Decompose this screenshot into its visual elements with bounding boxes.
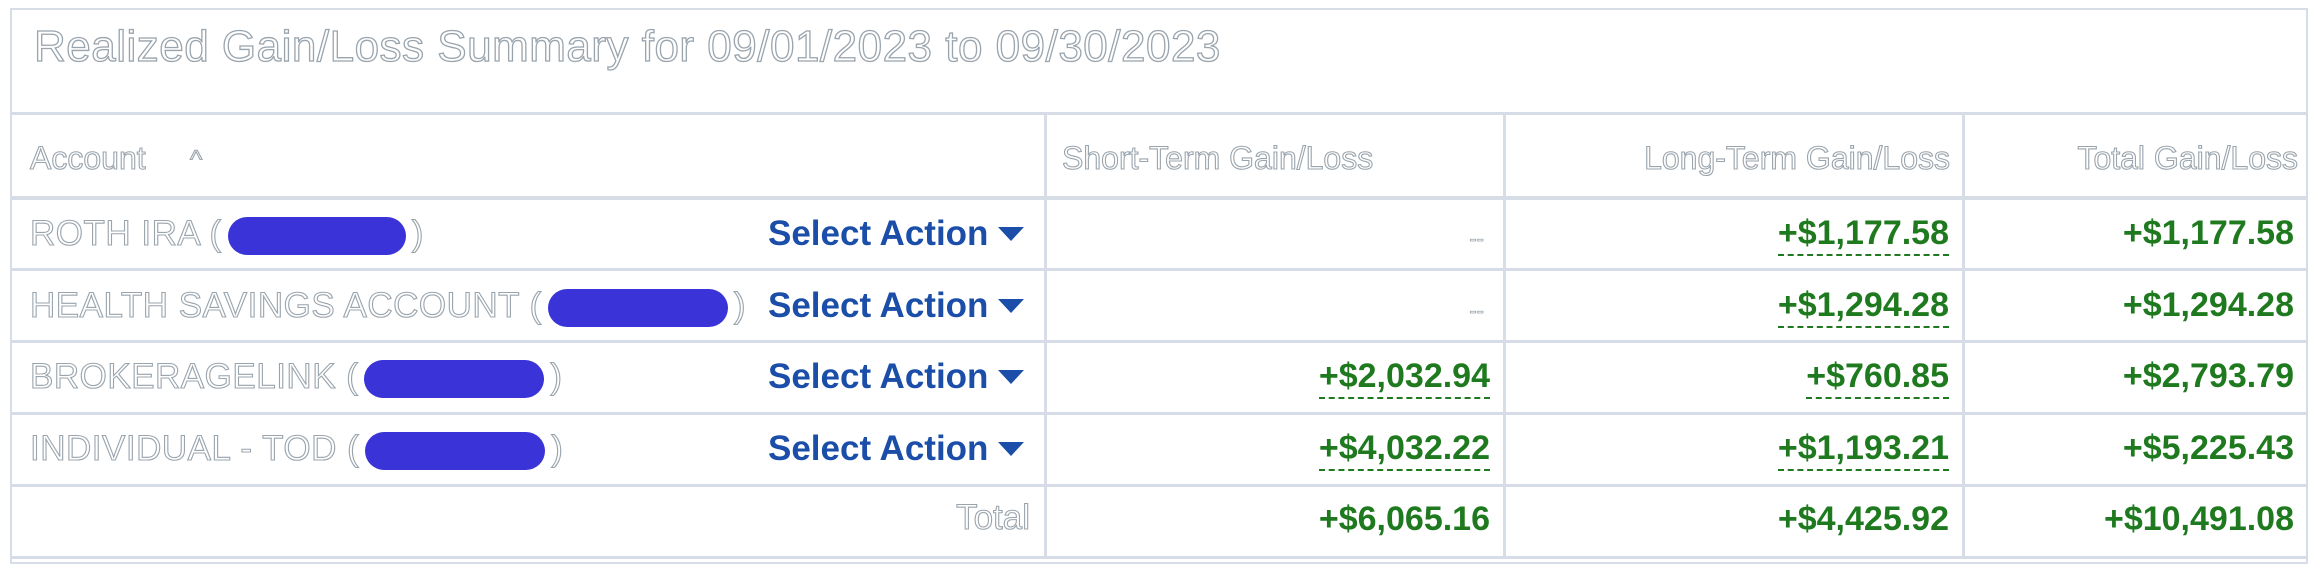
empty-value: -- xyxy=(1469,298,1484,324)
total-value: +$1,294.28 xyxy=(2122,286,2294,324)
total-short-term-value: +$6,065.16 xyxy=(1318,500,1490,538)
redacted-account-number xyxy=(227,216,406,255)
total-label: Total xyxy=(956,497,1031,537)
chevron-up-icon[interactable]: ^ xyxy=(189,143,202,175)
account-header-label: Account xyxy=(29,139,146,176)
grand-total-value: +$10,491.08 xyxy=(2103,500,2294,538)
redacted-account-number xyxy=(547,288,728,327)
long-term-link[interactable]: +$1,294.28 xyxy=(1777,286,1949,328)
caret-down-icon xyxy=(998,441,1025,456)
account-name-suffix: ) xyxy=(411,213,424,253)
long-term-link[interactable]: +$1,177.58 xyxy=(1777,214,1949,256)
long-term-link[interactable]: +$760.85 xyxy=(1806,357,1949,399)
total-value: +$2,793.79 xyxy=(2122,357,2294,395)
account-name: HEALTH SAVINGS ACCOUNT () xyxy=(29,285,746,327)
account-name: ROTH IRA () xyxy=(29,213,424,255)
select-action-dropdown[interactable]: Select Action xyxy=(768,214,1025,254)
total-value: +$1,177.58 xyxy=(2122,214,2294,252)
long-term-link[interactable]: +$1,193.21 xyxy=(1777,429,1949,471)
total-value: +$5,225.43 xyxy=(2122,429,2294,467)
redacted-account-number xyxy=(364,359,545,398)
empty-value: -- xyxy=(1469,226,1484,252)
long-term-value[interactable]: +$1,177.58 xyxy=(1777,214,1949,256)
long-term-column-header: Long-Term Gain/Loss xyxy=(1644,139,1951,176)
redacted-account-number xyxy=(365,431,546,470)
long-term-value[interactable]: +$1,193.21 xyxy=(1777,429,1949,471)
short-term-link[interactable]: +$4,032.22 xyxy=(1318,429,1490,471)
select-action-label: Select Action xyxy=(768,357,989,396)
long-term-value[interactable]: +$760.85 xyxy=(1806,357,1949,399)
account-column-header[interactable]: Account xyxy=(29,139,146,177)
account-name-text: BROKERAGELINK ( xyxy=(29,356,359,396)
account-name: BROKERAGELINK () xyxy=(29,356,563,398)
caret-down-icon xyxy=(998,298,1025,313)
caret-down-icon xyxy=(998,226,1025,241)
short-term-column-header: Short-Term Gain/Loss xyxy=(1061,139,1374,176)
account-name-text: INDIVIDUAL - TOD ( xyxy=(29,428,360,468)
select-action-dropdown[interactable]: Select Action xyxy=(768,286,1025,326)
page-title: Realized Gain/Loss Summary for 09/01/202… xyxy=(33,21,1221,71)
select-action-label: Select Action xyxy=(768,214,989,253)
account-name-suffix: ) xyxy=(550,356,563,396)
account-name-suffix: ) xyxy=(733,285,746,325)
select-action-label: Select Action xyxy=(768,429,989,468)
account-name-text: ROTH IRA ( xyxy=(29,213,222,253)
select-action-dropdown[interactable]: Select Action xyxy=(768,357,1025,397)
long-term-value[interactable]: +$1,294.28 xyxy=(1777,286,1949,328)
total-long-term-value: +$4,425.92 xyxy=(1777,500,1949,538)
total-column-header: Total Gain/Loss xyxy=(2077,139,2299,176)
column-divider xyxy=(1503,114,1506,558)
caret-down-icon xyxy=(998,369,1025,384)
select-action-label: Select Action xyxy=(768,286,989,325)
column-divider xyxy=(1962,114,1965,558)
column-divider xyxy=(1044,114,1047,558)
account-name-text: HEALTH SAVINGS ACCOUNT ( xyxy=(29,285,542,325)
account-name-suffix: ) xyxy=(551,428,564,468)
short-term-link[interactable]: +$2,032.94 xyxy=(1318,357,1490,399)
short-term-value[interactable]: +$2,032.94 xyxy=(1318,357,1490,399)
account-name: INDIVIDUAL - TOD () xyxy=(29,428,564,470)
short-term-value[interactable]: +$4,032.22 xyxy=(1318,429,1490,471)
select-action-dropdown[interactable]: Select Action xyxy=(768,429,1025,469)
